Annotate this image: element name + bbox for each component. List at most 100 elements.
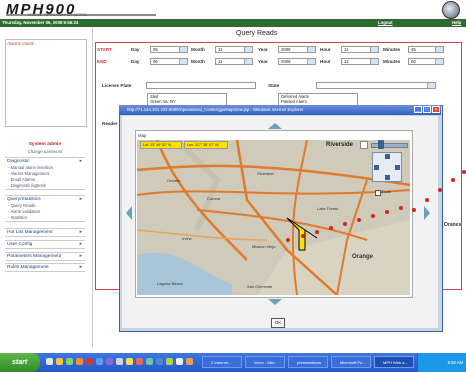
- quicklaunch-icon-2[interactable]: [56, 358, 63, 365]
- task-inbox[interactable]: Inbox - Micr...: [245, 356, 285, 368]
- top-bar: Thursday, November 06, 2008 9:56:24 Logo…: [0, 19, 466, 27]
- end-hour-select[interactable]: 12: [341, 58, 379, 65]
- menu-parameters: Parameters Management: [5, 252, 85, 261]
- state-select[interactable]: [316, 82, 436, 89]
- maximize-button[interactable]: □: [423, 106, 431, 113]
- map-pan-up-icon[interactable]: [268, 123, 282, 129]
- close-button[interactable]: ×: [432, 106, 440, 113]
- start-month-label: Month: [191, 47, 205, 52]
- quicklaunch-icon-9[interactable]: [126, 358, 133, 365]
- outer-label: Oranes: [444, 222, 462, 228]
- map-label-ontario: Ontario: [167, 178, 181, 183]
- quicklaunch-icon-8[interactable]: [116, 358, 123, 365]
- map-label-laguna-beach: Laguna Beach: [157, 281, 183, 286]
- zoom-slider-handle[interactable]: [378, 140, 384, 149]
- minimize-button[interactable]: _: [414, 106, 422, 113]
- zoom-search-icon[interactable]: [360, 141, 368, 149]
- map-label-riverside-small: Riverside: [257, 171, 274, 176]
- map-label-orange: Orange: [352, 254, 374, 260]
- help-link[interactable]: Help: [452, 20, 461, 25]
- menu-user-config-header[interactable]: User Config: [5, 241, 85, 248]
- quicklaunch-icon-10[interactable]: [136, 358, 143, 365]
- end-minutes-select[interactable]: 00: [408, 58, 444, 65]
- page-title: Query Reads: [236, 30, 278, 37]
- quicklaunch-icon-11[interactable]: [146, 358, 153, 365]
- lon-readout: Lon: 117° 38' 07" W: [184, 141, 228, 149]
- end-hour-label: Hour: [320, 59, 331, 64]
- user-name: System admin: [28, 142, 62, 147]
- quicklaunch-icon-13[interactable]: [166, 358, 173, 365]
- start-day-label: Day: [131, 47, 140, 52]
- ok-button[interactable]: OK: [271, 318, 285, 328]
- map-pan-down-icon[interactable]: [268, 299, 282, 305]
- end-day-select[interactable]: 06: [150, 58, 188, 65]
- menu-parameters-header[interactable]: Parameters Management: [5, 253, 85, 260]
- end-year-select[interactable]: 2008: [278, 58, 316, 65]
- reader-option-green-va[interactable]: Green Va. NY: [150, 99, 226, 104]
- quicklaunch-icon-3[interactable]: [66, 358, 73, 365]
- alarms-count-label: Alarms count:: [7, 41, 35, 46]
- menu-diagnostic-header[interactable]: Diagnostic: [5, 158, 85, 165]
- start-minutes-select[interactable]: 45: [408, 46, 444, 53]
- ie-title-text: http://71.144.201.232:8080/Operational_C…: [127, 107, 304, 112]
- menu-item-statistics[interactable]: - Statistics: [5, 215, 85, 221]
- start-year-label: Year: [258, 47, 268, 52]
- menu-item-diagnostic-logbook[interactable]: - Diagnostic logbook: [5, 183, 85, 189]
- logo-subtitle: MOBILE PLATE HUNTER SERIES: [28, 13, 88, 17]
- zoom-checkbox-label: Zoom: [381, 189, 392, 194]
- start-button[interactable]: start: [0, 353, 40, 372]
- task-internet[interactable]: 2 Internet...: [202, 356, 242, 368]
- pan-down-icon[interactable]: [385, 175, 390, 180]
- ie-title-bar[interactable]: http://71.144.201.232:8080/Operational_C…: [119, 105, 441, 115]
- end-month-select[interactable]: 11: [215, 58, 253, 65]
- license-plate-label: License Plate: [102, 83, 132, 88]
- map-pan-left-icon[interactable]: [126, 206, 132, 220]
- task-powerpoint[interactable]: Microsoft Po...: [331, 356, 371, 368]
- quicklaunch-icon-4[interactable]: [76, 358, 83, 365]
- quicklaunch-icon-5[interactable]: [86, 358, 93, 365]
- menu-hot-list-header[interactable]: Hot List Management: [5, 229, 85, 236]
- license-plate-input[interactable]: [146, 82, 256, 89]
- task-presentations[interactable]: presentations: [288, 356, 328, 368]
- trail-dots: [412, 170, 466, 212]
- quicklaunch-icon-12[interactable]: [156, 358, 163, 365]
- map-header-label: Map: [138, 133, 147, 138]
- map-city-label: Riverside: [326, 142, 354, 148]
- quicklaunch-icon-1[interactable]: [46, 358, 53, 365]
- start-hour-select[interactable]: 11: [341, 46, 379, 53]
- map-view[interactable]: Ontario Riverside Corona Irvine Mission …: [137, 140, 410, 295]
- quicklaunch-icon-14[interactable]: [176, 358, 183, 365]
- clock: 9:56 AM: [447, 360, 463, 365]
- globe-icon: [442, 1, 460, 19]
- end-month-label: Month: [191, 59, 205, 64]
- quicklaunch-icon-7[interactable]: [106, 358, 113, 365]
- logout-link[interactable]: Logout: [378, 20, 393, 25]
- task-mph-web[interactable]: MPH Web a...: [374, 356, 414, 368]
- map-label-san-clemente: San Clemente: [247, 284, 273, 289]
- start-year-select[interactable]: 2008: [278, 46, 316, 53]
- pan-right-icon[interactable]: [395, 165, 400, 170]
- pan-up-icon[interactable]: [385, 154, 390, 159]
- menu-rules-header[interactable]: Rules Management: [5, 264, 85, 271]
- map-label-corona: Corona: [207, 196, 221, 201]
- pan-left-icon[interactable]: [374, 165, 379, 170]
- start-month-select[interactable]: 11: [215, 46, 253, 53]
- state-label: State: [268, 83, 280, 88]
- map-pan-control[interactable]: [372, 152, 402, 182]
- current-date: Thursday, November 06, 2008 9:56:24: [2, 20, 79, 25]
- end-day-label: Day: [131, 59, 140, 64]
- start-minutes-label: Minutes: [383, 47, 401, 52]
- start-day-select[interactable]: 05: [150, 46, 188, 53]
- quicklaunch-icon-15[interactable]: [186, 358, 193, 365]
- quicklaunch-icon-6[interactable]: [96, 358, 103, 365]
- alarm-option-passed[interactable]: Passed Alarm: [281, 99, 357, 104]
- alarms-count-box: [5, 39, 87, 127]
- lat-readout: Lat: 33° 46' 52" N: [140, 141, 182, 149]
- zoom-slider[interactable]: [371, 143, 408, 148]
- map-label-mission-viejo: Mission Viejo: [252, 244, 276, 249]
- menu-user-config: User Config: [5, 240, 85, 249]
- end-label: END: [97, 59, 107, 64]
- menu-query-statistics-header[interactable]: Query/Statistics: [5, 196, 85, 203]
- change-password-link[interactable]: Change password: [5, 149, 85, 154]
- end-year-label: Year: [258, 59, 268, 64]
